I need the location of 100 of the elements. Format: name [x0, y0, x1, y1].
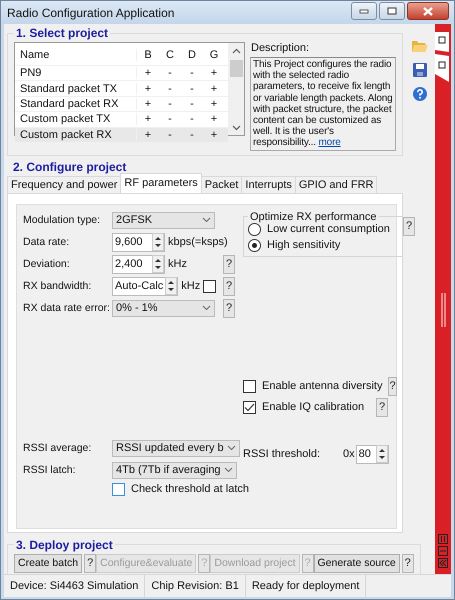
- unit-label: kHz: [181, 280, 200, 292]
- table-cell-text: -: [189, 113, 195, 126]
- minimize-icon: [359, 8, 369, 14]
- column-header: B: [143, 49, 153, 61]
- dropdown[interactable]: 4Tb (7Tb if averaging: [112, 462, 237, 479]
- save-icon[interactable]: [412, 62, 428, 78]
- group-title: Optimize RX performance: [249, 210, 378, 223]
- table-cell-text: +: [210, 128, 218, 141]
- spinner-field[interactable]: 9,600: [112, 232, 165, 252]
- tab[interactable]: GPIO and FRR: [294, 176, 378, 193]
- table-cell-text: -: [167, 113, 173, 126]
- help-button[interactable]: ?: [403, 216, 415, 236]
- more-link[interactable]: more: [318, 137, 341, 148]
- help-button[interactable]: ?: [388, 376, 397, 396]
- table-cell-text: +: [144, 128, 152, 141]
- spin-arrows-icon[interactable]: [376, 445, 388, 464]
- checkbox[interactable]: [112, 482, 125, 496]
- table-cell-text: -: [167, 98, 173, 110]
- tab[interactable]: Frequency and power: [7, 176, 122, 193]
- table-cell: Standard packet TX: [15, 82, 137, 95]
- help-icon[interactable]: [412, 86, 428, 102]
- option-label: Low current consumption: [267, 223, 390, 236]
- table-cell-text: +: [210, 67, 218, 80]
- field-label: RX bandwidth:: [23, 280, 92, 292]
- window-title: Radio Configuration Application: [7, 6, 174, 20]
- spin-arrows-icon[interactable]: [152, 255, 164, 274]
- dropdown[interactable]: RSSI updated every b: [112, 440, 240, 457]
- close-button[interactable]: [407, 2, 449, 20]
- field-label: Deviation:: [23, 258, 71, 270]
- column-header: Name: [15, 49, 137, 61]
- panel-button-icon[interactable]: [438, 534, 448, 544]
- field-label: RX data rate error:: [23, 302, 109, 314]
- table-cell-text: +: [144, 67, 152, 80]
- description-label: Description:: [251, 42, 310, 54]
- chevron-icon: [224, 467, 233, 474]
- dropdown[interactable]: 0% - 1%: [112, 300, 215, 317]
- field-label: RSSI average:: [23, 442, 92, 454]
- close-icon: [423, 6, 433, 16]
- unit-label: kHz: [168, 258, 187, 270]
- table-row[interactable]: Standard packet TX + - - +: [15, 81, 228, 97]
- description-text: This Project configures the radio with the selected radio parameters, to receive fix length or variable length packets. Along with packet structure, the packet content can be customized as well. It is the user's responsibility... more: [250, 57, 396, 151]
- tab[interactable]: Interrupts: [241, 176, 296, 193]
- radio-button[interactable]: [248, 238, 261, 252]
- table-cell-text: -: [189, 98, 195, 110]
- checkbox[interactable]: [243, 380, 256, 393]
- checkbox-label: Check threshold at latch: [131, 483, 250, 496]
- section-title: 1. Select project: [15, 26, 110, 40]
- checkbox-label: Enable IQ calibration: [262, 401, 364, 414]
- spinner-field[interactable]: Auto-Calc: [112, 276, 178, 296]
- table-cell: Custom packet TX: [15, 113, 137, 126]
- maximize-button[interactable]: [379, 2, 405, 20]
- scrollbar[interactable]: [228, 43, 244, 135]
- column-header: G: [208, 49, 220, 61]
- action-button[interactable]: Create batch: [14, 554, 82, 573]
- table-cell-text: +: [144, 98, 152, 110]
- help-button[interactable]: ?: [223, 254, 235, 274]
- hex-prefix: 0x: [343, 448, 355, 460]
- scroll-thumb[interactable]: [230, 60, 242, 77]
- option-label: High sensitivity: [267, 239, 340, 252]
- table-row[interactable]: Standard packet RX + - - +: [15, 96, 228, 112]
- table-cell-text: +: [144, 82, 152, 95]
- chevron-icon: [226, 445, 236, 452]
- checkbox-label: Enable antenna diversity: [262, 380, 382, 392]
- status-text: Chip Revision: B1: [145, 575, 246, 597]
- scroll-grip-icon[interactable]: [441, 293, 447, 327]
- minimize-button[interactable]: [351, 2, 377, 20]
- help-button[interactable]: ?: [402, 554, 414, 573]
- chevron-icon: [202, 217, 211, 224]
- section-title: 3. Deploy project: [15, 538, 114, 552]
- checkbox[interactable]: [243, 400, 256, 414]
- radio-button[interactable]: [248, 222, 261, 236]
- table-row[interactable]: Custom packet RX + - - +: [15, 128, 228, 143]
- minimize-panel-icon[interactable]: [438, 546, 448, 556]
- action-button[interactable]: Generate source: [314, 554, 400, 573]
- help-button[interactable]: ?: [223, 276, 235, 296]
- maximize-icon: [387, 7, 397, 15]
- unit-label: kbps(=ksps): [168, 236, 228, 248]
- dropdown[interactable]: 2GFSK: [112, 212, 215, 229]
- field-label: RSSI threshold:: [243, 448, 322, 460]
- table-row[interactable]: PN9 + - - +: [15, 66, 228, 82]
- table-cell-text: -: [167, 128, 173, 141]
- spinner-field[interactable]: 2,400: [112, 254, 165, 274]
- spinner-field[interactable]: 80: [356, 444, 389, 464]
- collapse-icon[interactable]: [438, 558, 448, 568]
- table-cell-text: -: [189, 67, 195, 80]
- column-header: D: [187, 49, 197, 61]
- spin-arrows-icon[interactable]: [165, 277, 178, 296]
- tab[interactable]: RF parameters: [120, 172, 202, 193]
- table-cell-text: -: [189, 128, 195, 141]
- table-cell-text: -: [167, 67, 173, 80]
- column-header: C: [165, 49, 175, 61]
- help-button[interactable]: ?: [376, 398, 388, 417]
- field-label: RSSI latch:: [23, 464, 77, 476]
- checkbox[interactable]: [203, 280, 216, 293]
- table-cell-text: -: [189, 82, 195, 95]
- spin-arrows-icon[interactable]: [152, 233, 164, 252]
- table-cell: PN9: [15, 67, 137, 80]
- table-cell-text: +: [210, 98, 218, 110]
- help-button[interactable]: ?: [223, 298, 235, 318]
- help-button[interactable]: ?: [84, 554, 96, 573]
